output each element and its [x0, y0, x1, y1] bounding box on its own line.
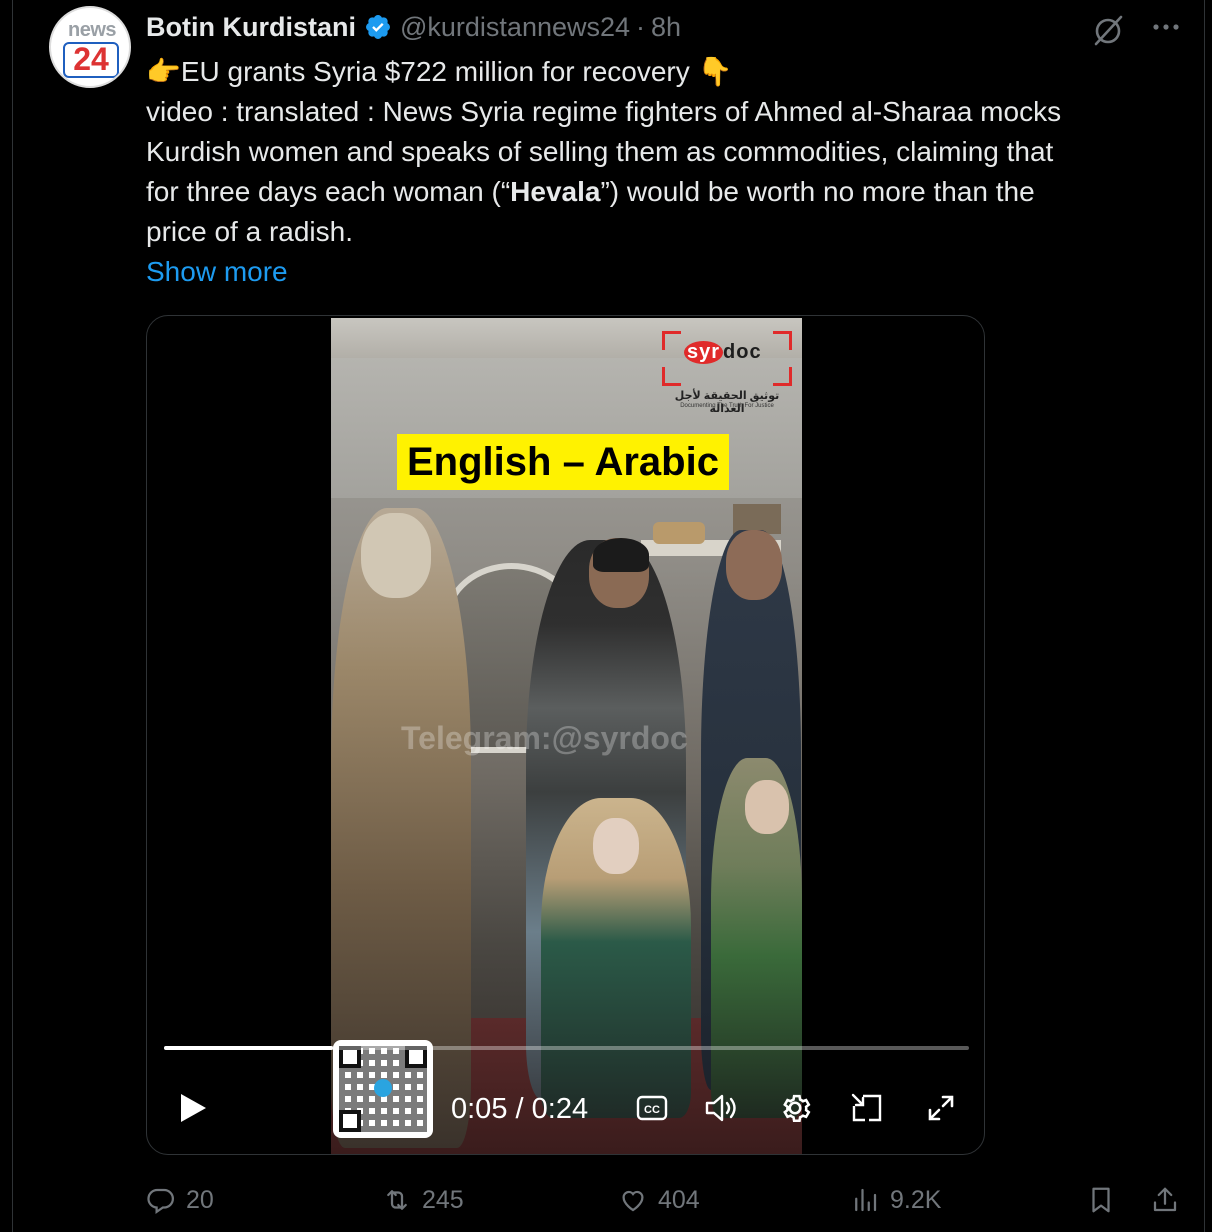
- video-timecode: 0:05 / 0:24: [451, 1091, 588, 1127]
- bookmark-button[interactable]: [1086, 1178, 1116, 1222]
- repost-count: 245: [422, 1185, 464, 1214]
- video-frame[interactable]: syr doc توثيق الحقيقة لأجل العدالة Docume…: [331, 318, 802, 1154]
- syrdoc-logo: syr doc توثيق الحقيقة لأجل العدالة Docume…: [662, 331, 792, 415]
- bookmark-icon: [1092, 1187, 1110, 1213]
- video-person-left-head: [361, 513, 431, 598]
- handle[interactable]: @kurdistannews24: [400, 12, 630, 43]
- play-icon: [181, 1094, 206, 1122]
- grok-icon[interactable]: [1090, 12, 1126, 48]
- reply-count: 20: [186, 1185, 214, 1214]
- logo-english-tagline: Documenting The Truth For Justice: [680, 403, 774, 409]
- avatar[interactable]: news 24: [49, 6, 131, 88]
- volume-button[interactable]: [703, 1088, 743, 1128]
- captions-button[interactable]: CC: [635, 1088, 669, 1128]
- video-caption: English – Arabic: [397, 434, 729, 490]
- verified-badge-icon[interactable]: [364, 13, 392, 41]
- logo-wordmark: syr doc: [684, 341, 762, 364]
- repost-icon: [387, 1190, 407, 1210]
- logo-syr: syr: [684, 341, 724, 364]
- captions-icon: CC: [636, 1095, 668, 1121]
- tweet-line-3: Kurdish women and speaks of selling them…: [146, 136, 1054, 167]
- show-more-link[interactable]: Show more: [146, 252, 288, 292]
- qr-code: [333, 1040, 433, 1138]
- fullscreen-icon: [928, 1095, 954, 1121]
- tweet-line-2: video : translated : News Syria regime f…: [146, 96, 1062, 127]
- gear-icon: [783, 1094, 811, 1123]
- picture-in-picture-button[interactable]: [847, 1088, 887, 1128]
- avatar-news-text: news: [67, 19, 117, 41]
- left-divider: [12, 0, 13, 1232]
- tweet-header: Botin Kurdistani @kurdistannews24 · 8h: [146, 8, 681, 46]
- current-time: 0:05: [451, 1092, 508, 1125]
- play-button[interactable]: [173, 1088, 213, 1128]
- logo-corner: [662, 367, 681, 386]
- video-watermark: Telegram:@syrdoc: [401, 720, 688, 756]
- fullscreen-button[interactable]: [921, 1088, 961, 1128]
- telegram-icon: [374, 1079, 392, 1097]
- qr-finder: [339, 1110, 361, 1132]
- repost-button[interactable]: 245: [382, 1178, 464, 1222]
- logo-corner: [773, 331, 792, 350]
- like-count: 404: [658, 1185, 700, 1214]
- tweet-line-4: for three days each woman (“Hevala”) wou…: [146, 172, 1166, 212]
- volume-icon: [705, 1094, 736, 1122]
- logo-arabic-tagline: توثيق الحقيقة لأجل العدالة: [674, 390, 780, 415]
- logo-doc: doc: [723, 341, 762, 363]
- tweet-line-1: 👉EU grants Syria $722 million for recove…: [146, 56, 733, 87]
- video-basket: [653, 522, 705, 544]
- settings-button[interactable]: [775, 1088, 815, 1128]
- avatar-number: 24: [73, 41, 109, 77]
- views-button[interactable]: 9.2K: [850, 1178, 941, 1222]
- time-separator: /: [515, 1092, 524, 1125]
- views-icon: [855, 1188, 877, 1212]
- video-progress-bar[interactable]: [164, 1046, 969, 1050]
- video-woman-right-face: [745, 780, 789, 834]
- logo-corner: [662, 331, 681, 350]
- share-button[interactable]: [1150, 1178, 1180, 1222]
- video-progress-fill: [164, 1046, 334, 1050]
- video-duration: 0:24: [531, 1092, 589, 1125]
- pip-icon: [851, 1093, 882, 1122]
- views-count: 9.2K: [890, 1185, 942, 1214]
- right-divider: [1204, 0, 1205, 1232]
- tweet-line-4-start: for three days each woman (“: [146, 176, 511, 207]
- tweet-line-5: price of a radish.: [146, 216, 353, 247]
- reply-icon: [147, 1188, 174, 1215]
- video-player[interactable]: syr doc توثيق الحقيقة لأجل العدالة Docume…: [146, 315, 985, 1155]
- heart-icon: [622, 1190, 644, 1212]
- tweet-bold-word: Hevala: [510, 176, 601, 207]
- tweet-text: 👉EU grants Syria $722 million for recove…: [146, 52, 1166, 252]
- reply-button[interactable]: 20: [146, 1178, 214, 1222]
- display-name[interactable]: Botin Kurdistani: [146, 12, 356, 43]
- header-separator: ·: [636, 11, 646, 42]
- video-person-right-head: [726, 530, 782, 600]
- tweet-actions: 20 245 404 9.2K: [146, 1178, 1186, 1222]
- video-person-center-cap: [593, 538, 649, 572]
- share-icon: [1153, 1187, 1177, 1212]
- tweet-line-4-end: ”) would be worth no more than the: [600, 176, 1035, 207]
- video-woman-left-face: [593, 818, 639, 874]
- timestamp[interactable]: 8h: [651, 12, 681, 43]
- like-button[interactable]: 404: [618, 1178, 700, 1222]
- more-options-icon[interactable]: [1146, 12, 1186, 42]
- logo-corner: [773, 367, 792, 386]
- captions-label: CC: [644, 1104, 660, 1116]
